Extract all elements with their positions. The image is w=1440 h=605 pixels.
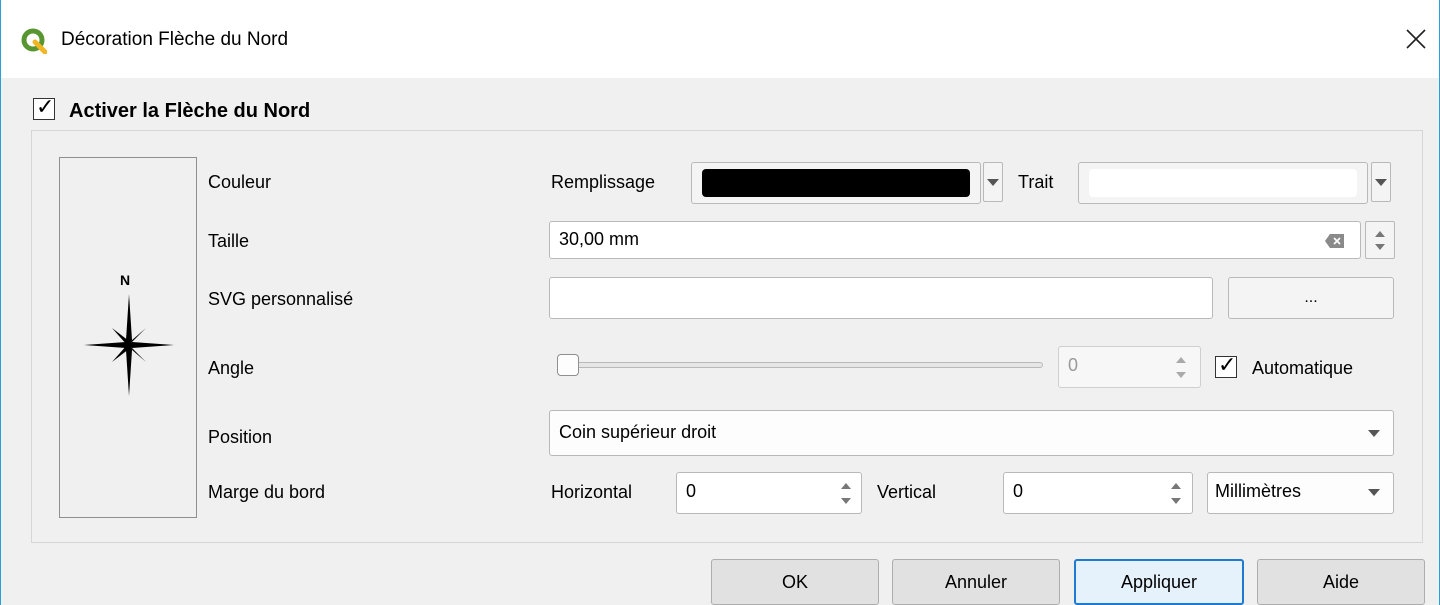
stroke-label: Trait — [1018, 172, 1054, 192]
chevron-down-icon — [1368, 430, 1380, 437]
angle-label: Angle — [208, 358, 255, 378]
ok-button[interactable]: OK — [711, 559, 879, 605]
close-icon — [1406, 29, 1426, 49]
fill-color-swatch — [702, 169, 970, 197]
auto-angle-label: Automatique — [1252, 358, 1354, 378]
size-value: 30,00 mm — [559, 229, 640, 249]
margin-label: Marge du bord — [208, 482, 326, 502]
close-button[interactable] — [1393, 14, 1439, 64]
fill-label: Remplissage — [551, 172, 656, 192]
clear-icon[interactable] — [1324, 233, 1346, 249]
enable-north-arrow-checkbox[interactable]: ✓ — [33, 95, 55, 120]
fill-color-button[interactable] — [691, 162, 981, 204]
browse-svg-label: ... — [1304, 289, 1318, 306]
custom-svg-input[interactable] — [549, 277, 1213, 319]
margin-unit-select[interactable]: Millimètres — [1207, 472, 1394, 514]
qgis-logo-icon — [21, 28, 47, 54]
cancel-button[interactable]: Annuler — [892, 559, 1060, 605]
checkmark-icon: ✓ — [36, 95, 55, 120]
horizontal-margin-spinbox[interactable]: 0 — [676, 472, 862, 514]
position-selected: Coin supérieur droit — [559, 422, 717, 442]
chevron-down-icon — [987, 179, 999, 186]
arrow-up-icon[interactable] — [1171, 483, 1181, 489]
size-label: Taille — [208, 231, 250, 251]
vertical-label: Vertical — [877, 482, 937, 502]
arrow-down-icon[interactable] — [841, 498, 851, 504]
angle-value: 0 — [1068, 355, 1079, 375]
arrow-down-icon — [1375, 244, 1385, 250]
stroke-color-swatch — [1089, 169, 1357, 197]
arrow-down-icon[interactable] — [1171, 498, 1181, 504]
vertical-margin-spinbox[interactable]: 0 — [1003, 472, 1193, 514]
vertical-margin-value: 0 — [1013, 481, 1024, 501]
svg-label: SVG personnalisé — [208, 289, 354, 309]
margin-unit-selected: Millimètres — [1215, 481, 1302, 501]
apply-label: Appliquer — [1120, 571, 1198, 592]
compass-star-icon — [84, 294, 174, 396]
fill-color-dropdown[interactable] — [983, 162, 1003, 202]
help-button[interactable]: Aide — [1257, 559, 1425, 605]
angle-slider-track[interactable] — [559, 362, 1043, 368]
enable-north-arrow-label: Activer la Flèche du Nord — [69, 100, 311, 122]
north-arrow-preview: N — [59, 157, 197, 518]
size-spinbox[interactable]: 30,00 mm — [549, 221, 1361, 259]
stroke-color-dropdown[interactable] — [1371, 162, 1391, 202]
size-stepper[interactable] — [1365, 221, 1395, 259]
title-bar: Décoration Flèche du Nord — [1, 0, 1439, 78]
position-select[interactable]: Coin supérieur droit — [549, 410, 1394, 456]
arrow-down-icon[interactable] — [1176, 372, 1186, 378]
help-label: Aide — [1322, 571, 1360, 592]
angle-slider-handle[interactable] — [557, 354, 579, 376]
ok-label: OK — [781, 571, 808, 592]
auto-angle-checkbox[interactable]: ✓ — [1215, 353, 1237, 378]
apply-button[interactable]: Appliquer — [1074, 559, 1244, 605]
north-arrow-dialog: Décoration Flèche du Nord ✓ Activer la F… — [0, 0, 1440, 605]
horizontal-label: Horizontal — [551, 482, 633, 502]
horizontal-margin-value: 0 — [686, 481, 697, 501]
position-label: Position — [208, 427, 273, 447]
angle-spinbox[interactable]: 0 — [1058, 346, 1201, 388]
color-label: Couleur — [208, 172, 272, 192]
arrow-up-icon — [1375, 231, 1385, 237]
chevron-down-icon — [1368, 489, 1380, 496]
window-title: Décoration Flèche du Nord — [61, 29, 289, 50]
cancel-label: Annuler — [944, 571, 1008, 592]
arrow-up-icon[interactable] — [1176, 357, 1186, 363]
north-letter: N — [120, 272, 131, 288]
chevron-down-icon — [1375, 179, 1387, 186]
arrow-up-icon[interactable] — [841, 483, 851, 489]
browse-svg-button[interactable]: ... — [1228, 277, 1394, 319]
checkmark-icon: ✓ — [1218, 353, 1237, 378]
stroke-color-button[interactable] — [1078, 162, 1368, 204]
